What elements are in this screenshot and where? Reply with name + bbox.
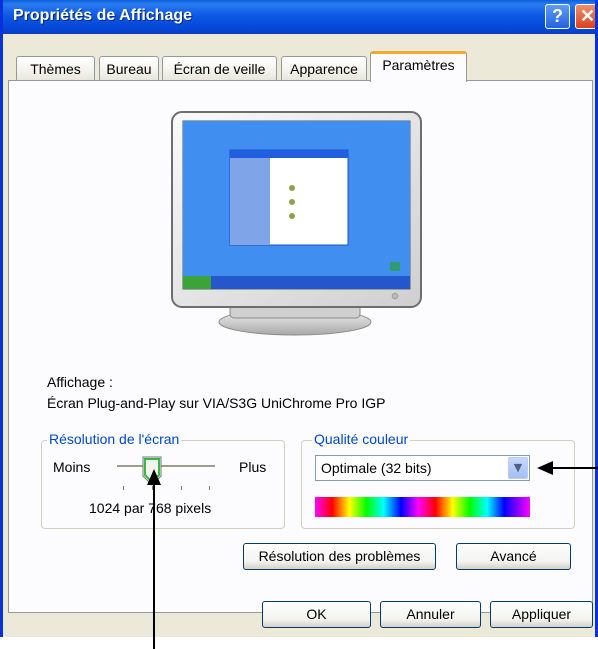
annotation-arrow-right bbox=[537, 461, 598, 475]
chevron-down-icon[interactable]: ▼ bbox=[508, 457, 528, 479]
display-heading: Affichage : bbox=[47, 374, 113, 390]
display-device-name: Écran Plug-and-Play sur VIA/S3G UniChrom… bbox=[47, 395, 386, 411]
slider-max-label: Plus bbox=[239, 459, 267, 475]
resolution-group-label: Résolution de l'écran bbox=[47, 431, 182, 447]
tab-settings[interactable]: Paramètres bbox=[370, 51, 467, 82]
annotation-arrow-up bbox=[147, 469, 161, 649]
color-quality-value: Optimale (32 bits) bbox=[321, 460, 432, 476]
window-title: Propriétés de Affichage bbox=[13, 7, 193, 24]
troubleshoot-button[interactable]: Résolution des problèmes bbox=[243, 543, 436, 570]
advanced-button[interactable]: Avancé bbox=[456, 543, 571, 570]
cancel-button[interactable]: Annuler bbox=[380, 601, 481, 628]
color-spectrum-bar bbox=[315, 497, 530, 517]
image-bottom-margin bbox=[0, 637, 598, 649]
tab-screensaver[interactable]: Écran de veille bbox=[162, 56, 277, 80]
color-quality-select[interactable]: Optimale (32 bits) ▼ bbox=[315, 455, 530, 481]
slider-min-label: Moins bbox=[53, 459, 91, 475]
resolution-slider-track[interactable] bbox=[117, 465, 215, 468]
ok-button[interactable]: OK bbox=[262, 601, 371, 628]
close-icon[interactable]: ✕ bbox=[575, 4, 595, 29]
monitor-icon bbox=[171, 111, 422, 336]
tab-desktop[interactable]: Bureau bbox=[99, 56, 159, 80]
tab-themes[interactable]: Thèmes bbox=[16, 56, 95, 80]
apply-button[interactable]: Appliquer bbox=[490, 601, 593, 628]
title-bar[interactable]: Propriétés de Affichage ? ✕ bbox=[3, 0, 595, 34]
color-quality-group-label: Qualité couleur bbox=[312, 431, 411, 447]
tab-appearance[interactable]: Apparence bbox=[281, 56, 367, 80]
slider-tick bbox=[123, 486, 124, 490]
slider-tick bbox=[181, 486, 182, 490]
help-icon[interactable]: ? bbox=[545, 4, 570, 29]
slider-tick bbox=[209, 486, 210, 490]
